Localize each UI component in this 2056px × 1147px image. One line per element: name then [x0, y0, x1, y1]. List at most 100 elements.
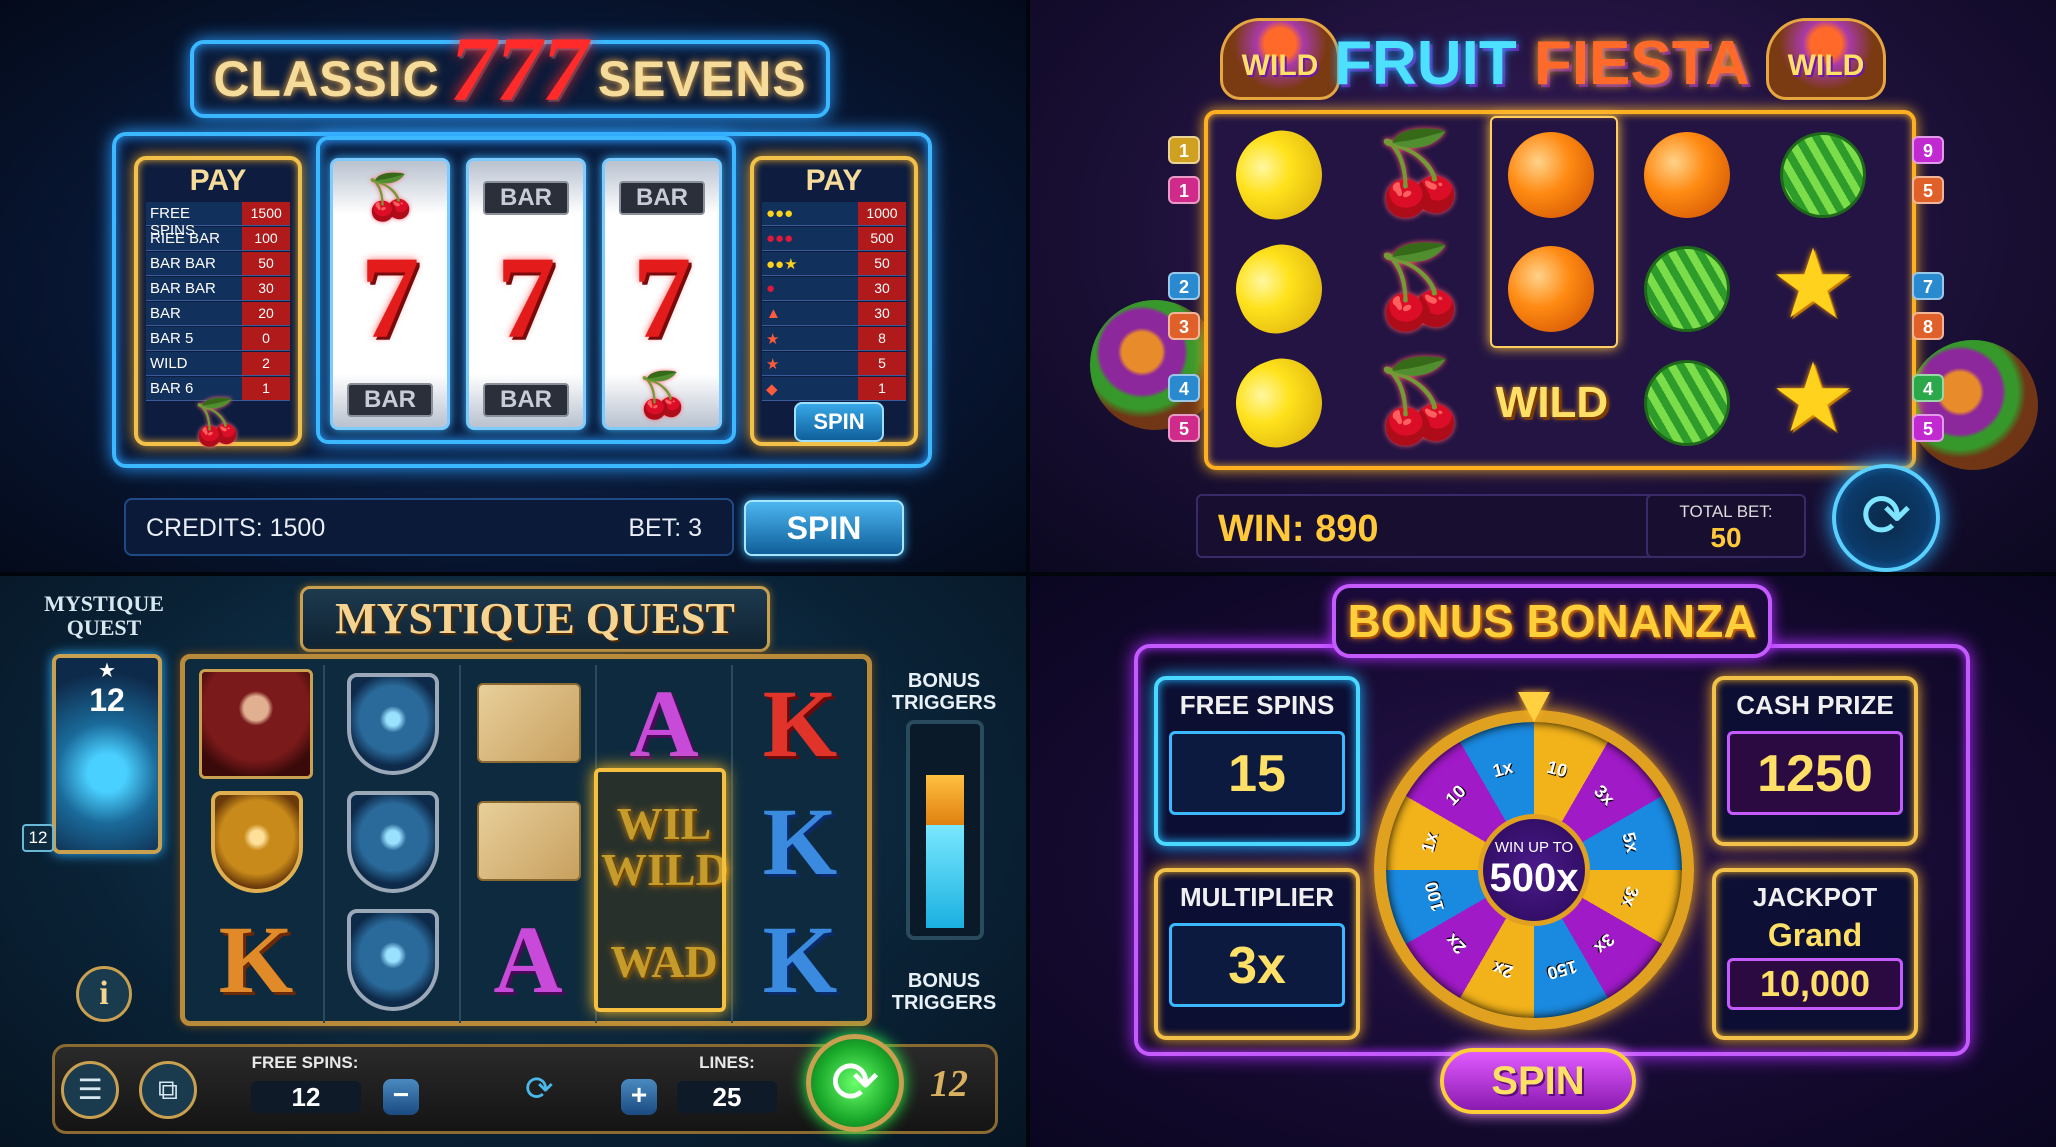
free-spins-box: FREE SPINS 15 [1154, 676, 1360, 846]
star-icon: ★ [1770, 342, 1857, 454]
blue-shield-icon [347, 673, 439, 775]
reel-cell: K [735, 901, 865, 1019]
reel-cell [463, 665, 593, 783]
paytable-spin-button[interactable]: SPIN [794, 402, 884, 442]
free-spins-value: 12 [251, 1081, 361, 1113]
paytable-row: ●●★ 50 [762, 252, 906, 276]
payline-badge[interactable]: 8 [1912, 312, 1944, 340]
bell-icon: ▲ [766, 305, 781, 322]
info-button[interactable]: i [76, 966, 132, 1022]
gold-shield-icon [211, 791, 303, 893]
lines-label: LINES: [699, 1053, 755, 1072]
cherry-icons: ●●● [766, 230, 794, 247]
credits-display: CREDITS: 1500 [146, 514, 326, 542]
paytable-row: ★ 5 [762, 352, 906, 376]
payline-badge[interactable]: 9 [1912, 136, 1944, 164]
reel-cell: A [599, 665, 729, 783]
paytable-row: BAR 20 [146, 302, 290, 326]
reel-cell [1214, 347, 1344, 459]
menu-icon[interactable]: ☰ [61, 1061, 119, 1119]
payline-badge[interactable]: 7 [1912, 272, 1944, 300]
refresh-icon[interactable]: ⟳ [525, 1069, 554, 1109]
payline-badge[interactable]: 5 [1912, 414, 1944, 442]
classic-spin-button[interactable]: SPIN [744, 500, 904, 556]
watermelon-icon [1644, 360, 1730, 446]
paytable-row: BAR BAR 50 [146, 252, 290, 276]
payline-badge[interactable]: 5 [1912, 176, 1944, 204]
reel-cell: K [191, 901, 321, 1019]
reel-column: A [463, 665, 597, 1023]
reel-column [327, 665, 461, 1023]
treasure-map-icon [477, 683, 581, 763]
paytable-title: PAY [189, 164, 247, 197]
reel-cell: A [463, 901, 593, 1019]
mystique-spin-button[interactable]: ⟳ [806, 1034, 904, 1132]
wheel-segment-label: 150 [1544, 956, 1580, 984]
decrease-bet-button[interactable]: − [383, 1079, 419, 1115]
reel-column: K K K [735, 665, 869, 1023]
cash-prize-value: 1250 [1727, 731, 1903, 815]
paytable-row: BAR 50 [146, 327, 290, 351]
title-classic: CLASSIC [213, 51, 440, 107]
payline-badge[interactable]: 5 [1168, 414, 1200, 442]
reel-1: 🍒 7 BAR [330, 158, 450, 430]
winning-reel-highlight [1490, 116, 1618, 348]
hub-caption: WIN UP TO [1494, 839, 1574, 856]
wheel-hub: WIN UP TO 500x [1478, 814, 1590, 926]
reel-cell [1214, 119, 1344, 231]
paytable-row: ▲ 30 [762, 302, 906, 326]
wheel-segment-label: 5x [1618, 830, 1644, 855]
multiplier-value: 3x [1169, 923, 1345, 1007]
reel-cell [191, 783, 321, 901]
reel-cell [1758, 120, 1888, 230]
letter-k-symbol: K [762, 788, 838, 895]
free-spins-label: FREE SPINS [1179, 690, 1335, 720]
bonus-wheel[interactable]: 10 3x 5x 3x 3x 150 2x 2x 100 1x 10 1x WIN UP TO 500… [1374, 710, 1694, 1030]
bonanza-spin-button[interactable]: SPIN [1440, 1048, 1636, 1114]
cherry-icon: ● [766, 280, 776, 297]
wheel-segment-label: 3x [1589, 929, 1619, 958]
wheel-segment-label: 2x [1490, 958, 1516, 983]
reel-cell [191, 665, 321, 783]
fruit-basket-decoration [1908, 340, 2038, 470]
cherry-icon: 🍒 [635, 370, 690, 421]
wheel-segment-label: 1x [1416, 830, 1442, 855]
paytable-row: BAR BAR 30 [146, 277, 290, 301]
reel-cell: 🍒 [1350, 234, 1480, 344]
payline-badge[interactable]: 1 [1168, 176, 1200, 204]
payline-badge[interactable]: 4 [1912, 374, 1944, 402]
fruit-spin-button[interactable]: ⟳ [1832, 464, 1940, 572]
seven-symbol: 7 [360, 232, 420, 363]
jackpot-label: JACKPOT [1752, 882, 1878, 912]
corner-badge: 12 [930, 1063, 968, 1105]
paytable-row: ◆ 1 [762, 377, 906, 401]
increase-bet-button[interactable]: + [621, 1079, 657, 1115]
payline-badge[interactable]: 2 [1168, 272, 1200, 300]
cherry-icon: 🍒 [1370, 240, 1470, 333]
lemon-icon [1223, 119, 1335, 231]
reel-cell [1214, 233, 1344, 345]
seven-symbol: 7 [632, 232, 692, 363]
free-spins-label: FREE SPINS: [251, 1053, 359, 1072]
bonus-triggers-label: BONUS TRIGGERS [891, 670, 997, 714]
payline-badge[interactable]: 3 [1168, 312, 1200, 340]
reel-column: K [191, 665, 325, 1023]
total-bet-label: TOTAL BET: [1679, 502, 1773, 521]
hub-multiplier: 500x [1489, 856, 1579, 900]
bar-symbol: BAR [483, 383, 569, 417]
seven-symbol: 7 [496, 232, 556, 363]
mystique-title: MYSTIQUE QUEST [300, 586, 770, 652]
wheel-segment-label: 3x [1618, 884, 1644, 909]
bar-symbol: BAR [619, 181, 705, 215]
star-icon: ★ [98, 658, 116, 682]
portal-card-value: 12 [89, 682, 125, 718]
reel-cell [327, 901, 457, 1019]
paytable-row: ★ 8 [762, 327, 906, 351]
paytable-row: FREE SPINS 1500 [146, 202, 290, 239]
autoplay-icon[interactable]: ⧉ [139, 1061, 197, 1119]
payline-badge[interactable]: 1 [1168, 136, 1200, 164]
lemon-icon [1223, 233, 1335, 345]
reel-cell [327, 665, 457, 783]
multiplier-box: MULTIPLIER 3x [1154, 868, 1360, 1040]
payline-badge[interactable]: 4 [1168, 374, 1200, 402]
